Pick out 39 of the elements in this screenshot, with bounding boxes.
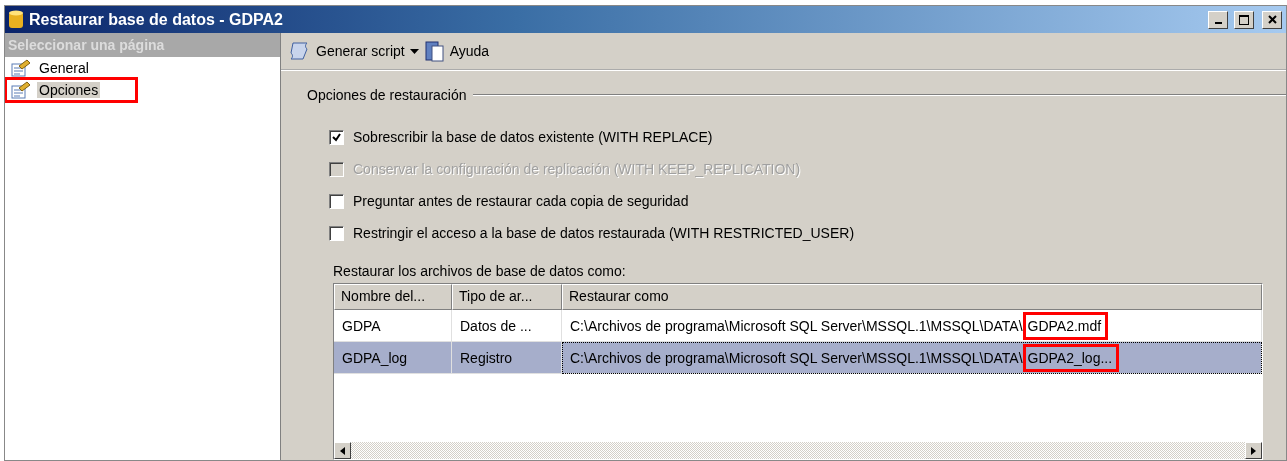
database-icon — [9, 9, 23, 30]
book-icon — [424, 40, 445, 62]
sidebar-item[interactable]: Opciones — [7, 80, 135, 100]
table-cell: Registro — [452, 342, 562, 374]
script-button[interactable]: Generar script — [289, 40, 419, 62]
table-cell: GDPA_log — [334, 342, 452, 374]
checkbox-label: Preguntar antes de restaurar cada copia de seguridad — [353, 193, 689, 209]
column-header[interactable]: Restaurar como — [562, 284, 1262, 310]
page-icon — [11, 81, 31, 99]
file-path: C:\Archivos de programa\Microsoft SQL Server\MSSQL.1\MSSQL\DATA\ — [570, 317, 1023, 334]
column-header[interactable]: Nombre del... — [334, 284, 452, 310]
column-header[interactable]: Tipo de ar... — [452, 284, 562, 310]
minimize-button[interactable] — [1208, 10, 1228, 29]
checkbox[interactable] — [329, 225, 344, 241]
file-path: C:\Archivos de programa\Microsoft SQL Server\MSSQL.1\MSSQL\DATA\ — [570, 349, 1023, 366]
sidebar-item[interactable]: General — [7, 58, 135, 78]
table-cell: Datos de ... — [452, 310, 562, 342]
close-button[interactable] — [1262, 10, 1282, 29]
scroll-icon — [289, 40, 311, 62]
checkbox[interactable] — [329, 193, 344, 209]
close-icon — [1267, 15, 1277, 24]
group-title: Opciones de restauración — [307, 87, 467, 103]
checkbox-label: Restringir el acceso a la base de datos restaurada (WITH RESTRICTED_USER) — [353, 225, 855, 241]
table-cell: GDPA — [334, 310, 452, 342]
maximize-button[interactable] — [1234, 10, 1254, 29]
window-title: Restaurar base de datos - GDPA2 — [29, 10, 284, 29]
right-arrow-icon — [1251, 446, 1256, 455]
page-icon — [11, 59, 31, 77]
left-arrow-icon — [340, 446, 345, 455]
file-name: GDPA2_log... — [1022, 343, 1120, 372]
checkbox[interactable] — [329, 129, 344, 145]
file-name: GDPA2.mdf — [1022, 311, 1109, 340]
maximize-icon — [1239, 14, 1249, 25]
checkbox-label: Sobrescribir la base de datos existente (WITH REPLACE) — [353, 129, 713, 145]
files-label: Restaurar los archivos de base de datos como: — [333, 263, 627, 279]
horizontal-scrollbar[interactable] — [334, 442, 1262, 459]
help-button[interactable]: Ayuda — [424, 40, 490, 62]
minimize-icon — [1214, 22, 1222, 24]
caret-icon — [409, 48, 419, 54]
